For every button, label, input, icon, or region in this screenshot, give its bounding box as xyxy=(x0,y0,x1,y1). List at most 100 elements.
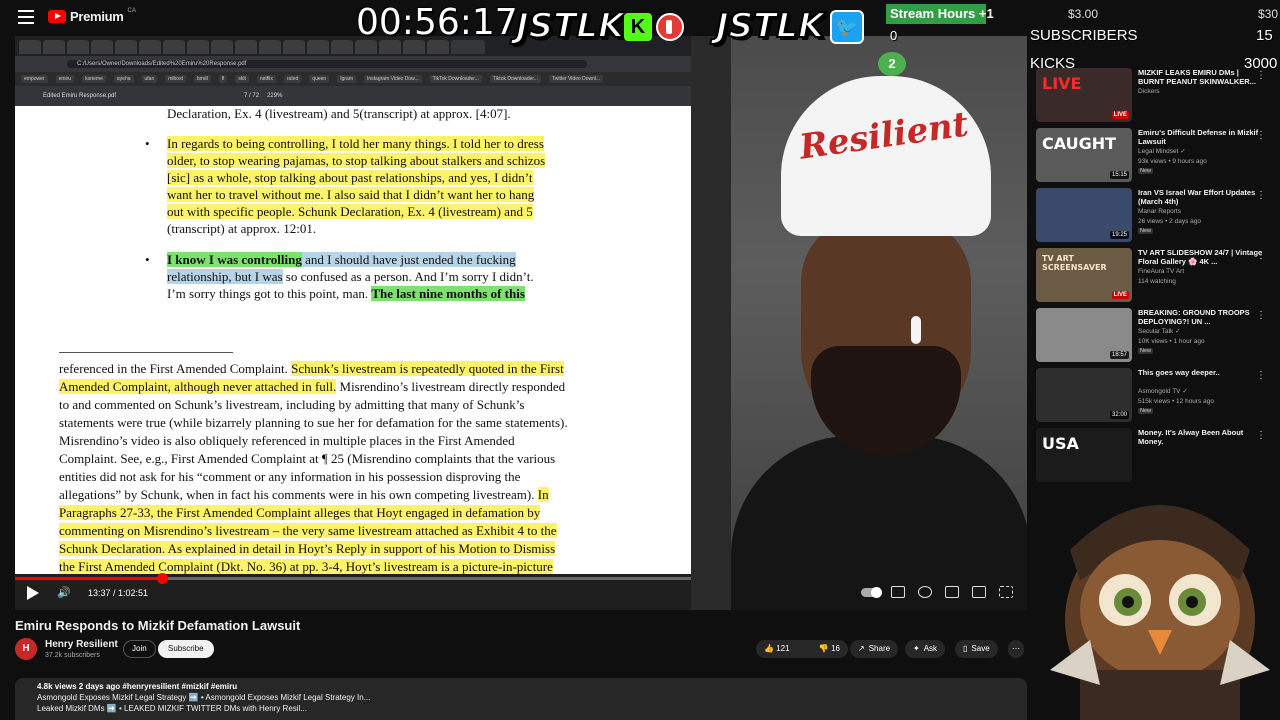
bookmark-item[interactable]: ayeha xyxy=(113,75,134,83)
bookmark-item[interactable]: Igram xyxy=(337,75,356,83)
stream-hours-row: Stream Hours +1 $3.00 $30 xyxy=(886,2,1280,26)
ask-button[interactable]: ✦ Ask xyxy=(905,640,946,658)
bookmark-item[interactable]: bmdl xyxy=(193,75,211,83)
pdf-line: Complaint. See, e.g., First Amended Comp… xyxy=(59,451,556,466)
video-stats: 26 views • 2 days ago xyxy=(1138,218,1201,225)
bookmark-item[interactable]: empower xyxy=(21,75,48,83)
channel-avatar[interactable]: H xyxy=(15,638,37,660)
channel-name[interactable]: Henry Resilient xyxy=(45,639,118,650)
kebab-menu-icon[interactable]: ⋮ xyxy=(1256,70,1266,81)
channel-name[interactable]: Asmongold TV ✓ xyxy=(1138,388,1188,396)
bookmark-item[interactable]: queen xyxy=(309,75,330,83)
bookmark-item[interactable]: emiru xyxy=(55,75,75,83)
kebab-menu-icon[interactable]: ⋮ xyxy=(1256,250,1266,261)
pdf-page: Declaration, Ex. 4 (livestream) and 5(tr… xyxy=(15,106,691,574)
fullscreen-icon[interactable] xyxy=(999,586,1013,598)
stream-timer: 00:56:17 xyxy=(356,2,518,43)
video-thumbnail[interactable]: 32:00 xyxy=(1036,368,1132,422)
bookmark-item[interactable]: Twitter Video Downl... xyxy=(548,75,604,83)
recommended-video-title[interactable]: Money. It's Alway Been About Money. xyxy=(1138,428,1264,446)
pdf-line: In regards to being controlling, I told … xyxy=(167,136,544,151)
video-player[interactable]: C:/Users/Owner/Downloads/Edited%20Emiru%… xyxy=(15,36,1027,610)
like-button[interactable]: 👍 121 xyxy=(764,640,790,658)
settings-icon[interactable] xyxy=(918,586,932,598)
logo-text: Premium xyxy=(70,9,124,24)
kebab-menu-icon[interactable]: ⋮ xyxy=(1256,310,1266,321)
more-icon: ⋯ xyxy=(1012,644,1020,653)
more-actions-button[interactable]: ⋯ xyxy=(1008,640,1024,658)
join-button[interactable]: Join xyxy=(123,640,156,658)
recommended-video[interactable]: TV ART SCREENSAVER LIVE TV ART SLIDESHOW 2… xyxy=(1036,246,1280,304)
bookmark-item[interactable]: Tiktok Downloader... xyxy=(489,75,541,83)
thumbnail-text: USA xyxy=(1042,434,1079,453)
jstlk-logo-secondary: JSTLK xyxy=(715,5,825,47)
pdf-selection: relationship, but I was xyxy=(167,269,283,284)
subscribe-button[interactable]: Subscribe xyxy=(158,640,214,658)
volume-icon[interactable]: 🔊 xyxy=(57,586,71,600)
channel-name[interactable]: Manar Reports xyxy=(1138,208,1181,216)
ask-label: Ask xyxy=(923,644,938,653)
description-box[interactable]: 4.8k views 2 days ago #henryresilient #m… xyxy=(15,678,1027,720)
pdf-line: entities did not ask for his “comment or… xyxy=(59,469,521,484)
pdf-highlight: Schunk Declaration. As explained in deta… xyxy=(59,541,556,556)
channel-name[interactable]: Secular Talk ✓ xyxy=(1138,328,1181,336)
kebab-menu-icon[interactable]: ⋮ xyxy=(1256,190,1266,201)
recommended-video-title[interactable]: BREAKING: GROUND TROOPS DEPLOYING?! UN .… xyxy=(1138,308,1264,326)
channel-name[interactable]: Dickers xyxy=(1138,88,1160,96)
player-controls: 🔊 13:37 / 1:02:51 xyxy=(15,584,1027,604)
pdf-line: want her to travel without me. I also sa… xyxy=(167,187,535,202)
subscribers-count: 15 xyxy=(1256,27,1273,44)
save-button[interactable]: ▯ Save xyxy=(955,640,998,658)
pdf-highlight: Paragraphs 27-33, the First Amended Comp… xyxy=(59,505,541,520)
pdf-toolbar: Edited Emiru Response.pdf 7 / 72 229% xyxy=(15,86,691,106)
bookmark-item[interactable]: mlbost xyxy=(165,75,186,83)
share-button[interactable]: ↗ Share xyxy=(850,640,899,658)
youtube-logo[interactable]: Premium CA xyxy=(48,8,136,24)
bookmark-item[interactable]: rated xyxy=(283,75,302,83)
pdf-line: [sic] as a whole, stop talking about pas… xyxy=(167,170,533,185)
kebab-menu-icon[interactable]: ⋮ xyxy=(1256,370,1266,381)
recommended-video-title[interactable]: Emiru's Difficult Defense in Mizkif Laws… xyxy=(1138,128,1264,146)
video-thumbnail[interactable]: 18:57 xyxy=(1036,308,1132,362)
bookmark-item[interactable]: netflix xyxy=(256,75,276,83)
recommended-video-title[interactable]: MIZKIF LEAKS EMIRU DMs | BURNT PEANUT SK… xyxy=(1138,68,1264,86)
video-thumbnail[interactable]: LIVE LIVE xyxy=(1036,68,1132,122)
miniplayer-icon[interactable] xyxy=(945,586,959,598)
like-dislike-group: 👍 121 👎 16 xyxy=(756,640,848,658)
channel-name[interactable]: Legal Mindset ✓ xyxy=(1138,148,1186,156)
recommended-video-title[interactable]: This goes way deeper.. xyxy=(1138,368,1264,377)
recommended-video[interactable]: 19:25 Iran VS Israel War Effort Updates (… xyxy=(1036,186,1280,244)
live-badge: LIVE xyxy=(1111,111,1129,119)
bookmark-item[interactable]: ufan xyxy=(141,75,158,83)
video-thumbnail[interactable]: CAUGHT 15:15 xyxy=(1036,128,1132,182)
bookmark-item[interactable]: Instagram Video Dow... xyxy=(363,75,422,83)
video-thumbnail[interactable]: TV ART SCREENSAVER LIVE xyxy=(1036,248,1132,302)
autoplay-toggle[interactable] xyxy=(861,587,882,598)
stream-stats: Stream Hours +1 $3.00 $30 xyxy=(886,2,1280,26)
recommended-video[interactable]: 18:57 BREAKING: GROUND TROOPS DEPLOYING?!… xyxy=(1036,306,1280,364)
recommended-video-title[interactable]: Iran VS Israel War Effort Updates (March… xyxy=(1138,188,1264,206)
bookmark-item[interactable]: fl xyxy=(218,75,228,83)
dislike-button[interactable]: 👎 16 xyxy=(819,640,840,658)
description-line: Asmongold Exposes Mizkif Legal Strategy … xyxy=(37,693,371,702)
video-thumbnail[interactable]: 19:25 xyxy=(1036,188,1132,242)
play-icon[interactable] xyxy=(27,586,39,600)
subtitles-icon[interactable] xyxy=(891,586,905,598)
kebab-menu-icon[interactable]: ⋮ xyxy=(1256,130,1266,141)
menu-icon[interactable] xyxy=(18,10,34,24)
pdf-text: Misrendino’s livestream directly respond… xyxy=(336,379,566,394)
channel-name[interactable]: FineAura TV Art xyxy=(1138,268,1184,276)
stream-hours-label: Stream Hours +1 xyxy=(890,6,994,21)
bookmark-item[interactable]: TikTok Downloader... xyxy=(429,75,482,83)
cast-icon[interactable] xyxy=(972,586,986,598)
video-stats: 114 watching xyxy=(1138,278,1176,285)
bookmark-item[interactable]: koneme xyxy=(82,75,106,83)
thumbnail-text: TV ART SCREENSAVER xyxy=(1042,254,1107,272)
recommended-video-title[interactable]: TV ART SLIDESHOW 24/7 | Vintage Floral G… xyxy=(1138,248,1264,266)
recommended-video[interactable]: 32:00 This goes way deeper.. Asmongold TV … xyxy=(1036,366,1280,424)
kebab-menu-icon[interactable]: ⋮ xyxy=(1256,430,1266,441)
recommended-video[interactable]: CAUGHT 15:15 Emiru's Difficult Defense in … xyxy=(1036,126,1280,184)
bookmark-item[interactable]: sklt xyxy=(235,75,249,83)
kick-icon: K xyxy=(624,13,652,41)
recommended-video[interactable]: LIVE LIVE MIZKIF LEAKS EMIRU DMs | BURNT P… xyxy=(1036,66,1280,124)
